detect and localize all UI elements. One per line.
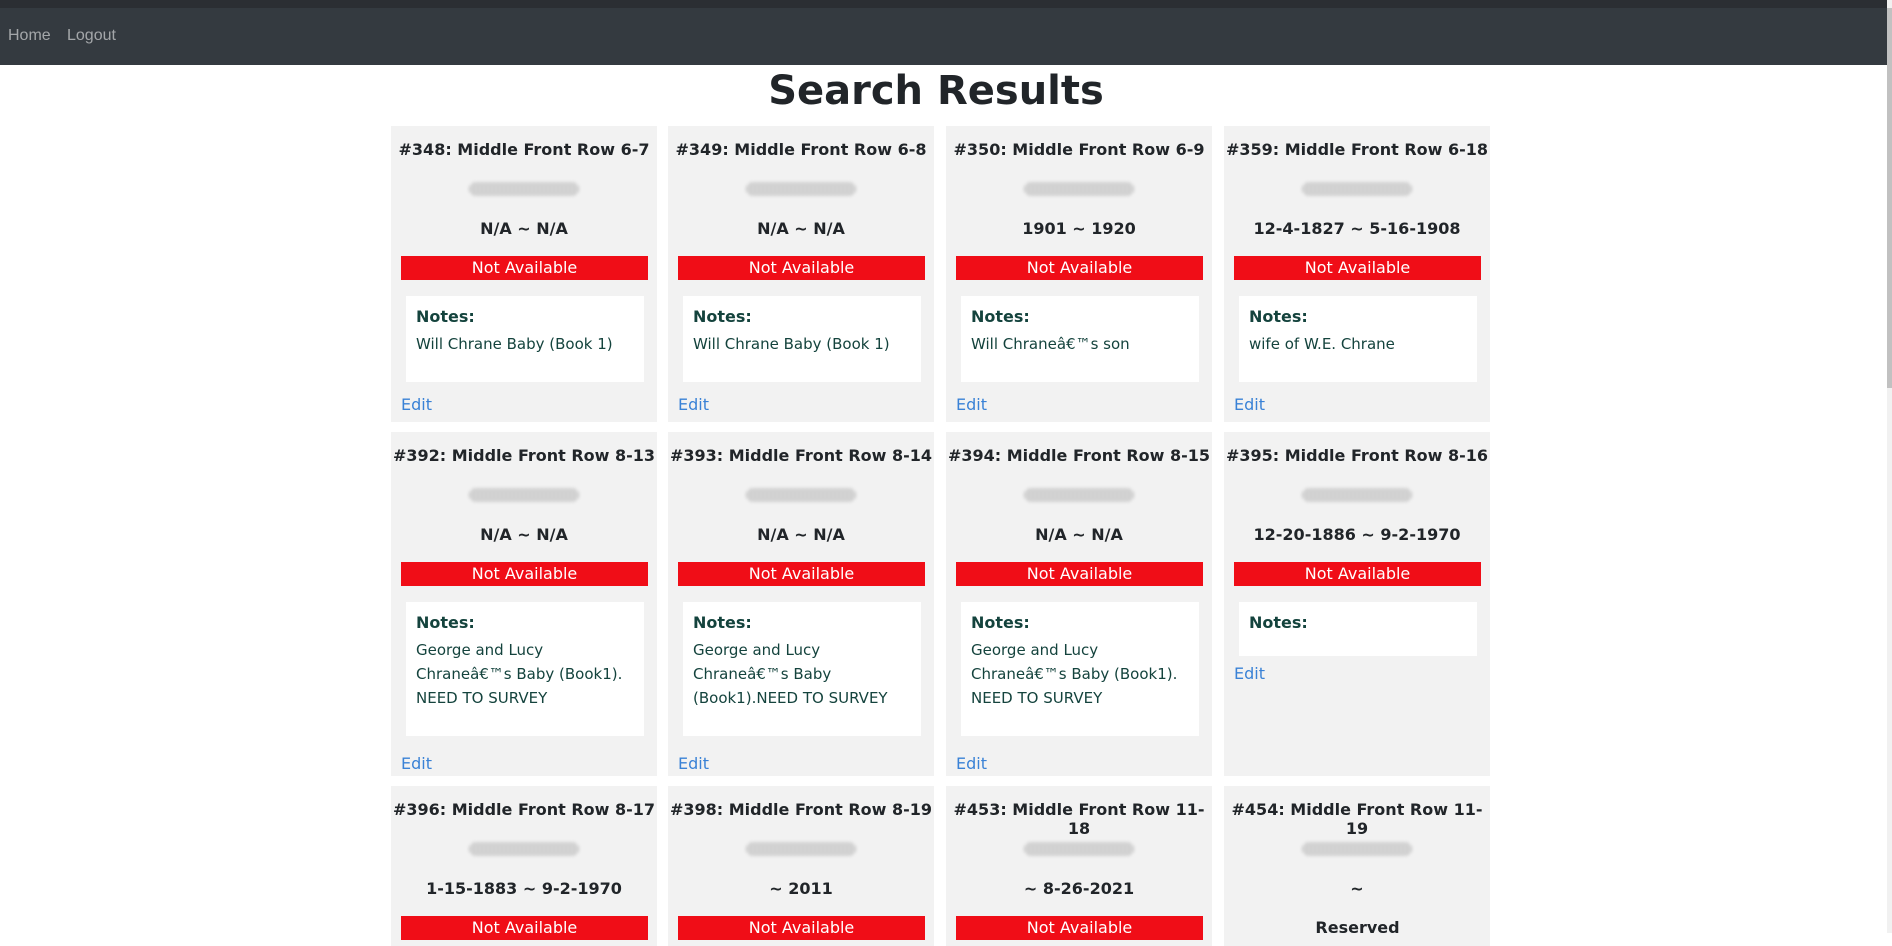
plot-card: #349: Middle Front Row 6-8 N/A ~ N/A Not A… [668, 126, 934, 422]
scrollbar[interactable] [1887, 0, 1892, 933]
notes-box: Notes: George and Lucy Chraneâ€™s Baby (B… [683, 602, 921, 736]
notes-box: Notes: George and Lucy Chraneâ€™s Baby (B… [961, 602, 1199, 736]
edit-link[interactable]: Edit [401, 754, 432, 773]
window-top-strip [0, 0, 1892, 8]
plot-title: #349: Middle Front Row 6-8 [675, 140, 927, 159]
redacted-name [1024, 488, 1134, 502]
notes-text: Will Chrane Baby (Book 1) [416, 335, 613, 353]
navbar: Home Logout [0, 8, 1892, 65]
notes-box: Notes: Will Chraneâ€™s son [961, 296, 1199, 382]
plot-card: #396: Middle Front Row 8-17 1-15-1883 ~ 9… [391, 786, 657, 946]
plot-title: #395: Middle Front Row 8-16 [1225, 446, 1489, 465]
status-badge: Not Available [956, 916, 1203, 940]
plot-title: #359: Middle Front Row 6-18 [1225, 140, 1489, 159]
notes-text: Will Chrane Baby (Book 1) [693, 335, 890, 353]
redacted-name [1024, 842, 1134, 856]
plot-title: #394: Middle Front Row 8-15 [947, 446, 1211, 465]
redacted-name [1302, 842, 1412, 856]
plot-card: #398: Middle Front Row 8-19 ~ 2011 Not Ava… [668, 786, 934, 946]
nav-logout-link[interactable]: Logout [67, 27, 116, 45]
status-badge: Reserved [1315, 918, 1400, 937]
plot-title: #348: Middle Front Row 6-7 [398, 140, 650, 159]
redacted-name [1302, 488, 1412, 502]
status-badge: Not Available [678, 916, 925, 940]
status-badge: Not Available [678, 256, 925, 280]
notes-box: Notes: George and Lucy Chraneâ€™s Baby (B… [406, 602, 644, 736]
edit-link[interactable]: Edit [678, 395, 709, 414]
plot-card: #350: Middle Front Row 6-9 1901 ~ 1920 Not… [946, 126, 1212, 422]
redacted-name [746, 842, 856, 856]
plot-card: #392: Middle Front Row 8-13 N/A ~ N/A Not … [391, 432, 657, 776]
notes-label: Notes: [1249, 307, 1308, 326]
status-badge: Not Available [401, 916, 648, 940]
edit-link[interactable]: Edit [678, 754, 709, 773]
status-badge: Not Available [1234, 562, 1481, 586]
notes-box: Notes: [1239, 602, 1477, 656]
plot-dates: 12-4-1827 ~ 5-16-1908 [1253, 219, 1461, 238]
edit-link[interactable]: Edit [401, 395, 432, 414]
status-badge: Not Available [678, 562, 925, 586]
notes-label: Notes: [693, 307, 752, 326]
notes-box: Notes: Will Chrane Baby (Book 1) [406, 296, 644, 382]
plot-dates: N/A ~ N/A [757, 525, 845, 544]
plot-dates: ~ [1350, 879, 1364, 898]
notes-label: Notes: [971, 307, 1030, 326]
redacted-name [469, 182, 579, 196]
plot-title: #392: Middle Front Row 8-13 [392, 446, 656, 465]
plot-card: #453: Middle Front Row 11-18 ~ 8-26-2021 N… [946, 786, 1212, 946]
plot-card: #393: Middle Front Row 8-14 N/A ~ N/A Not … [668, 432, 934, 776]
redacted-name [746, 182, 856, 196]
plot-card: #395: Middle Front Row 8-16 12-20-1886 ~ … [1224, 432, 1490, 776]
plot-title: #398: Middle Front Row 8-19 [669, 800, 933, 819]
status-badge: Not Available [401, 256, 648, 280]
plot-card: #454: Middle Front Row 11-19 ~ Reserved [1224, 786, 1490, 946]
plot-title: #350: Middle Front Row 6-9 [953, 140, 1205, 159]
plot-card: #394: Middle Front Row 8-15 N/A ~ N/A Not … [946, 432, 1212, 776]
notes-text: George and Lucy Chraneâ€™s Baby (Book1).… [971, 641, 1178, 707]
notes-box: Notes: Will Chrane Baby (Book 1) [683, 296, 921, 382]
plot-dates: N/A ~ N/A [757, 219, 845, 238]
notes-label: Notes: [416, 307, 475, 326]
notes-label: Notes: [1249, 613, 1308, 632]
redacted-name [1024, 182, 1134, 196]
notes-label: Notes: [416, 613, 475, 632]
plot-dates: 1901 ~ 1920 [1022, 219, 1136, 238]
edit-link[interactable]: Edit [1234, 395, 1265, 414]
notes-label: Notes: [693, 613, 752, 632]
plot-dates: ~ 8-26-2021 [1023, 879, 1135, 898]
status-badge: Not Available [956, 562, 1203, 586]
redacted-name [746, 488, 856, 502]
plot-dates: 1-15-1883 ~ 9-2-1970 [426, 879, 622, 898]
status-badge: Not Available [956, 256, 1203, 280]
notes-label: Notes: [971, 613, 1030, 632]
notes-text: George and Lucy Chraneâ€™s Baby (Book1).… [693, 641, 888, 707]
edit-link[interactable]: Edit [1234, 664, 1265, 683]
notes-text: wife of W.E. Chrane [1249, 335, 1395, 353]
plot-dates: N/A ~ N/A [1035, 525, 1123, 544]
notes-box: Notes: wife of W.E. Chrane [1239, 296, 1477, 382]
plot-dates: ~ 2011 [769, 879, 833, 898]
notes-text: Will Chraneâ€™s son [971, 335, 1130, 353]
plot-dates: N/A ~ N/A [480, 219, 568, 238]
plot-title: #396: Middle Front Row 8-17 [392, 800, 656, 819]
status-badge: Not Available [401, 562, 648, 586]
redacted-name [469, 842, 579, 856]
page-title: Search Results [768, 68, 1104, 114]
plot-title: #454: Middle Front Row 11-19 [1231, 800, 1483, 838]
status-badge: Not Available [1234, 256, 1481, 280]
notes-text: George and Lucy Chraneâ€™s Baby (Book1).… [416, 641, 623, 707]
redacted-name [1302, 182, 1412, 196]
plot-title: #453: Middle Front Row 11-18 [953, 800, 1205, 838]
edit-link[interactable]: Edit [956, 754, 987, 773]
edit-link[interactable]: Edit [956, 395, 987, 414]
plot-card: #359: Middle Front Row 6-18 12-4-1827 ~ 5… [1224, 126, 1490, 422]
plot-title: #393: Middle Front Row 8-14 [669, 446, 933, 465]
scrollbar-thumb[interactable] [1887, 8, 1892, 388]
plot-dates: 12-20-1886 ~ 9-2-1970 [1253, 525, 1461, 544]
nav-home-link[interactable]: Home [8, 27, 51, 45]
plot-card: #348: Middle Front Row 6-7 N/A ~ N/A Not A… [391, 126, 657, 422]
plot-dates: N/A ~ N/A [480, 525, 568, 544]
redacted-name [469, 488, 579, 502]
